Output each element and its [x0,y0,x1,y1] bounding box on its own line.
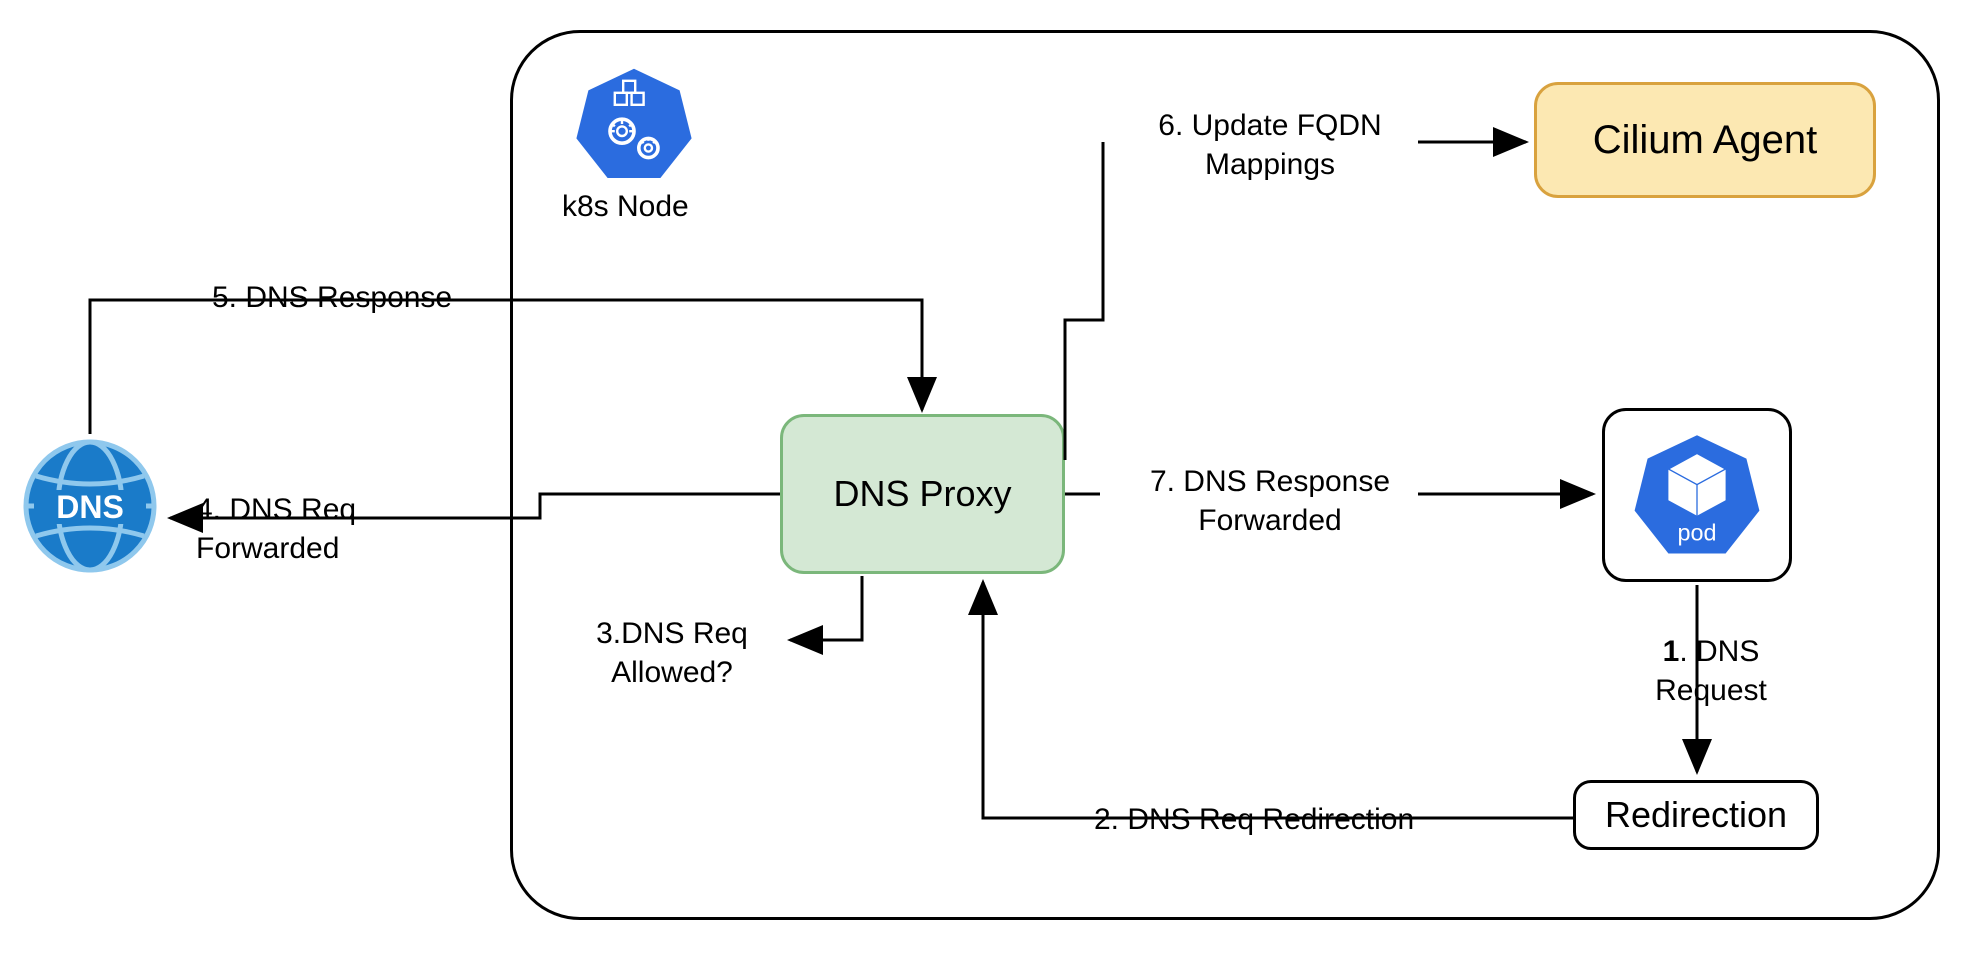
step3-label: 3.DNS ReqAllowed? [582,614,762,692]
redirection-box: Redirection [1573,780,1819,850]
step1-label: 1. DNS Request [1606,632,1816,710]
pod-text: pod [1677,520,1716,546]
dns-text: DNS [56,489,124,525]
k8s-icon [574,64,694,184]
step4-label: 4. DNS ReqForwarded [196,490,356,568]
dns-proxy-label: DNS Proxy [833,473,1011,515]
pod-box: pod [1602,408,1792,582]
step2-label: 2. DNS Req Redirection [1094,800,1414,839]
dns-globe-icon: DNS [20,436,160,576]
step5-label: 5. DNS Response [212,278,452,317]
redirection-label: Redirection [1605,794,1787,836]
step7-label: 7. DNS ResponseForwarded [1140,462,1400,540]
step6-label: 6. Update FQDNMappings [1140,106,1400,184]
k8s-label: k8s Node [562,190,689,224]
cilium-agent-box: Cilium Agent [1534,82,1876,198]
dns-proxy-box: DNS Proxy [780,414,1065,574]
pod-icon: pod [1632,430,1762,560]
cilium-agent-label: Cilium Agent [1593,118,1818,163]
